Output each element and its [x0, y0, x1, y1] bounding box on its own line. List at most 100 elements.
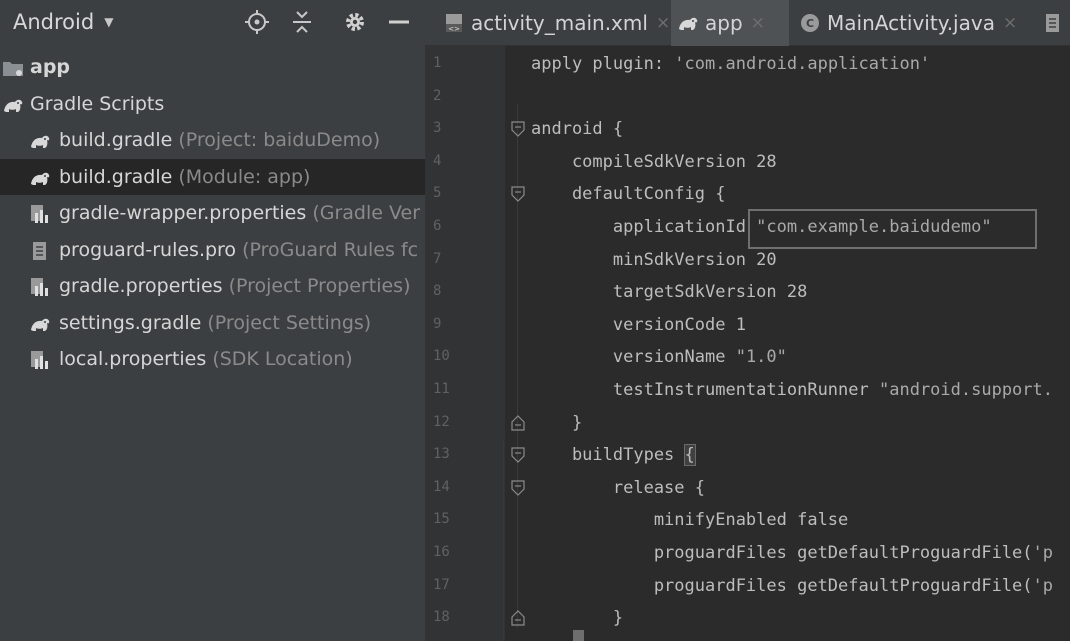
code-line: defaultConfig { [531, 184, 726, 205]
gradle-icon [679, 17, 698, 30]
locate-file-icon[interactable] [244, 9, 270, 35]
line-number: 4 [433, 152, 442, 169]
fold-end-icon[interactable] [511, 414, 525, 431]
scroll-marker [573, 630, 584, 641]
editor-tab-overflow[interactable] [1042, 0, 1070, 46]
tree-item[interactable]: build.gradle (Project: baiduDemo) [0, 122, 425, 159]
code-line: buildTypes { [531, 444, 696, 467]
editor-tab[interactable]: C MainActivity.java × [793, 0, 1021, 46]
tree-item-hint: (Project Properties) [222, 275, 411, 297]
fold-collapse-icon[interactable] [511, 121, 525, 138]
chevron-down-icon: ▼ [104, 15, 114, 29]
tree-item[interactable]: build.gradle (Module: app) [0, 158, 425, 195]
line-number: 13 [433, 446, 450, 463]
indent-guide [517, 104, 518, 628]
gear-icon[interactable] [342, 9, 368, 35]
tree-item-label: build.gradle (Module: app) [59, 159, 310, 195]
editor-panel: <> activity_main.xml × app × C MainActivity.ja… [425, 0, 1070, 641]
tree-item[interactable]: gradle.properties (Project Properties) [0, 268, 425, 305]
svg-text:<>: <> [448, 25, 460, 33]
tree-item-label: local.properties (SDK Location) [59, 341, 353, 377]
tree-item-label: app [30, 49, 70, 85]
line-number: 14 [433, 478, 450, 495]
tree-item-hint: (SDK Location) [206, 348, 353, 370]
project-toolbar: Android ▼ [0, 0, 425, 46]
project-panel: Android ▼ app Gradle Scripts build.gradl… [0, 0, 425, 641]
tree-item-name: gradle.properties [59, 275, 223, 297]
line-number: 11 [433, 381, 450, 397]
tree-item[interactable]: proguard-rules.pro (ProGuard Rules fc [0, 232, 425, 269]
close-icon[interactable]: × [656, 13, 670, 33]
tab-label: app [705, 11, 743, 35]
code-line: } [531, 412, 583, 433]
android-studio-window: Android ▼ app Gradle Scripts build.gradl… [0, 0, 1070, 641]
tree-item[interactable]: gradle-wrapper.properties (Gradle Ver [0, 195, 425, 232]
line-number: 12 [433, 413, 450, 430]
line-number: 8 [433, 283, 442, 300]
text-file-icon [1046, 14, 1059, 32]
code-line: targetSdkVersion 28 [531, 282, 808, 303]
collapse-all-icon[interactable] [289, 9, 315, 35]
code-line: proguardFiles getDefaultProguardFile('p [531, 543, 1053, 563]
gradle-icon [31, 318, 50, 331]
line-number: 3 [433, 120, 442, 137]
tree-item[interactable]: settings.gradle (Project Settings) [0, 305, 425, 342]
line-number: 1 [433, 55, 442, 71]
close-icon[interactable]: × [751, 13, 765, 33]
text-file-icon [33, 241, 46, 260]
xml-file-icon: <> [446, 14, 462, 33]
folder-app-icon [3, 62, 23, 76]
tree-item-hint: (ProGuard Rules fc [236, 238, 419, 261]
line-number: 6 [433, 218, 442, 234]
line-number: 2 [433, 87, 442, 104]
tree-item-name: build.gradle [59, 129, 173, 151]
tree-item-label: Gradle Scripts [30, 86, 164, 122]
line-number: 18 [433, 609, 450, 626]
project-view-label: Android [13, 10, 95, 34]
line-number: 16 [433, 544, 450, 560]
line-number: 7 [433, 250, 442, 267]
fold-collapse-icon[interactable] [511, 480, 525, 496]
line-number: 5 [433, 185, 442, 202]
editor-tab[interactable]: app × [671, 0, 789, 46]
close-icon[interactable]: × [1003, 13, 1017, 33]
minimize-icon[interactable] [386, 9, 412, 35]
tree-item-label: build.gradle (Project: baiduDemo) [59, 122, 380, 158]
tree-item-hint: (Project: baiduDemo) [172, 129, 381, 151]
gradle-icon [31, 135, 50, 148]
project-tree: app Gradle Scripts build.gradle (Project: … [0, 49, 425, 378]
code-line: } [531, 608, 624, 629]
tree-item-hint: (Project Settings) [201, 311, 372, 334]
tree-item-label: gradle.properties (Project Properties) [59, 268, 410, 304]
fold-collapse-icon[interactable] [511, 447, 525, 464]
code-line: testInstrumentationRunner "android.suppo… [531, 380, 1053, 400]
fold-collapse-icon[interactable] [511, 186, 525, 203]
tree-item-label: proguard-rules.pro (ProGuard Rules fc [59, 232, 418, 268]
properties-file-icon [31, 351, 48, 369]
tree-item[interactable]: Gradle Scripts [0, 86, 425, 123]
line-number: 15 [433, 511, 450, 528]
line-number: 17 [433, 576, 450, 593]
code-line: proguardFiles getDefaultProguardFile('p [531, 575, 1053, 596]
tree-item-label: settings.gradle (Project Settings) [59, 305, 371, 341]
code-line: versionCode 1 [531, 314, 746, 335]
code-line: minSdkVersion 20 [531, 249, 777, 270]
line-number: 10 [433, 348, 450, 365]
tree-item-hint: (Gradle Ver [306, 202, 421, 224]
tree-item-name: gradle-wrapper.properties [59, 202, 307, 224]
tree-item-name: local.properties [59, 348, 207, 370]
properties-file-icon [31, 205, 48, 223]
tree-item[interactable]: app [0, 49, 425, 86]
indent-guide [503, 440, 504, 641]
java-class-icon: C [801, 14, 819, 32]
fold-end-icon[interactable] [511, 610, 525, 626]
editor-tab[interactable]: <> activity_main.xml × [437, 0, 670, 46]
code-line: applicationId "com.example.baidudemo" [531, 217, 992, 237]
tree-item[interactable]: local.properties (SDK Location) [0, 341, 425, 378]
project-view-selector[interactable]: Android ▼ [13, 8, 113, 36]
tree-item-name: app [30, 56, 71, 78]
tree-item-label: gradle-wrapper.properties (Gradle Ver [59, 195, 420, 231]
tree-item-hint: (Module: app) [172, 165, 311, 188]
tree-item-name: settings.gradle [59, 311, 202, 334]
code-line: minifyEnabled false [531, 510, 849, 531]
